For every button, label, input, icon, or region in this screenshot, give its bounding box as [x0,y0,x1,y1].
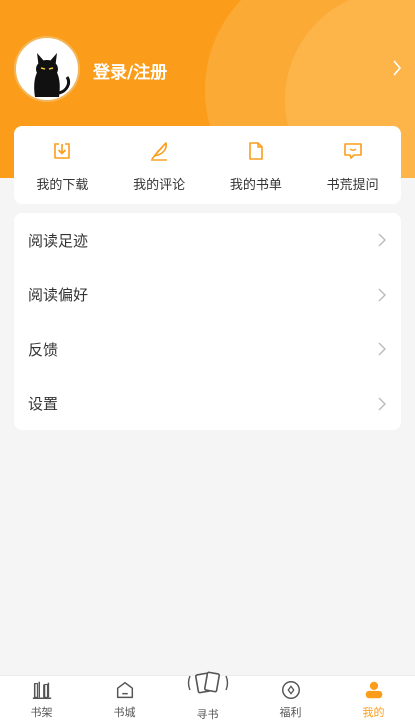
quick-action-label: 我的下载 [36,178,89,193]
welfare-icon [281,681,300,699]
chevron-right-icon [378,397,386,411]
menu-item-feedback[interactable]: 反馈 [14,322,401,377]
tab-profile[interactable]: 我的 [332,676,415,720]
find-book-icon [187,671,228,694]
profile-icon [365,681,382,699]
profile-row[interactable]: 登录/注册 [0,36,415,104]
message-icon [343,143,362,159]
quick-action-label: 我的书单 [229,178,282,193]
quick-action-label: 我的评论 [133,178,186,193]
menu-item-settings[interactable]: 设置 [14,377,401,432]
quick-action-label: 书荒提问 [326,178,379,193]
tab-welfare[interactable]: 福利 [249,676,332,720]
menu-item-label: 设置 [28,395,59,414]
tab-label: 我的 [362,706,385,719]
quick-action-book-request[interactable]: 书荒提问 [304,126,401,204]
menu-item-label: 阅读足迹 [28,231,89,250]
tab-label: 书城 [113,706,136,719]
settings-menu-card: 阅读足迹 阅读偏好 反馈 设置 [14,213,401,430]
document-icon [249,142,263,160]
quick-action-booklists[interactable]: 我的书单 [208,126,305,204]
bookstore-icon [116,681,133,699]
menu-item-reading-history[interactable]: 阅读足迹 [14,213,401,268]
tab-bookshelf[interactable]: 书架 [0,676,83,720]
download-icon [54,143,71,159]
feather-icon [151,142,168,161]
menu-item-reading-preferences[interactable]: 阅读偏好 [14,268,401,323]
bottom-tab-bar: 书架 书城 寻书 福利 我的 [0,671,415,720]
tab-bookstore[interactable]: 书城 [83,676,166,720]
menu-item-label: 阅读偏好 [28,286,89,305]
avatar[interactable] [14,36,80,102]
quick-action-downloads[interactable]: 我的下载 [14,126,111,204]
black-cat-icon [34,53,71,97]
bookshelf-icon [32,681,51,699]
chevron-right-icon [378,342,386,356]
chevron-right-icon [378,288,386,302]
quick-action-comments[interactable]: 我的评论 [111,126,208,204]
tab-label: 寻书 [196,708,219,720]
chevron-right-icon[interactable] [391,58,403,78]
chevron-right-icon [378,233,386,247]
tab-find-book[interactable]: 寻书 [166,671,249,720]
tab-label: 书架 [30,706,53,719]
menu-item-label: 反馈 [28,340,59,359]
login-register-link[interactable]: 登录/注册 [93,58,167,83]
quick-actions-card: 我的下载 我的评论 我的书单 书荒提问 [14,126,401,204]
tab-label: 福利 [279,706,302,719]
